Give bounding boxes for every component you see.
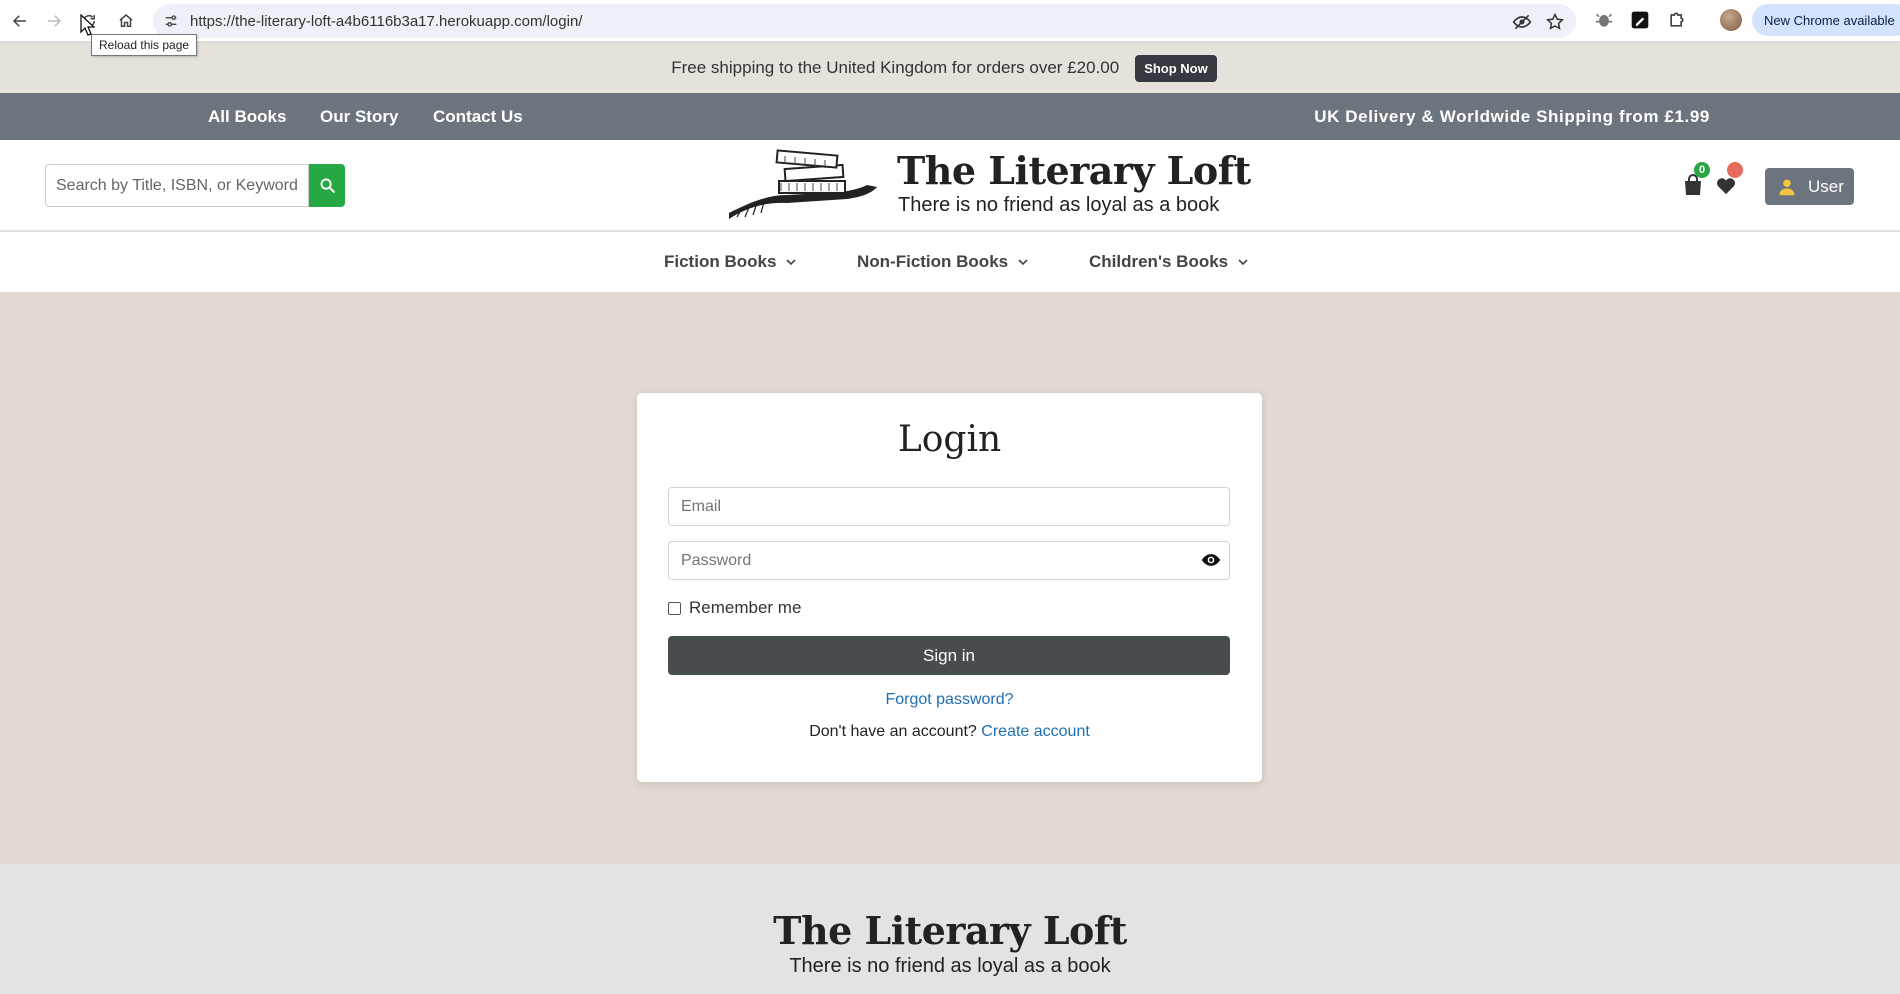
sign-in-button[interactable]: Sign in <box>668 636 1230 675</box>
user-icon <box>1779 179 1795 195</box>
remember-me-label: Remember me <box>689 598 802 617</box>
puzzle-icon[interactable] <box>1667 10 1687 30</box>
delivery-info: UK Delivery & Worldwide Shipping from £1… <box>1314 107 1710 126</box>
wishlist-badge <box>1727 162 1743 178</box>
email-field[interactable] <box>668 487 1230 526</box>
show-password-eye-icon[interactable] <box>1201 552 1221 568</box>
eye-off-icon[interactable] <box>1512 12 1532 32</box>
chevron-down-icon <box>1238 259 1248 266</box>
back-icon[interactable] <box>8 9 32 33</box>
user-menu-button[interactable]: User <box>1765 168 1854 205</box>
user-label: User <box>1808 176 1844 196</box>
category-fiction[interactable]: Fiction Books <box>664 252 797 272</box>
promo-bar: Free shipping to the United Kingdom for … <box>0 43 1900 93</box>
login-title: Login <box>897 419 1002 460</box>
url-text[interactable]: https://the-literary-loft-a4b6116b3a17.h… <box>190 13 582 30</box>
wishlist-heart-icon[interactable] <box>1715 175 1737 195</box>
update-label: New Chrome available <box>1764 13 1895 28</box>
category-label: Non-Fiction Books <box>857 252 1009 271</box>
home-icon[interactable] <box>114 9 138 33</box>
category-non-fiction[interactable]: Non-Fiction Books <box>857 252 1029 272</box>
mouse-cursor-icon <box>80 14 96 36</box>
site-header: The Literary Loft There is no friend as … <box>0 140 1900 231</box>
category-childrens[interactable]: Children's Books <box>1089 252 1249 272</box>
address-bar[interactable]: https://the-literary-loft-a4b6116b3a17.h… <box>153 4 1576 38</box>
remember-me-checkbox[interactable] <box>668 601 681 615</box>
nav-all-books[interactable]: All Books <box>208 107 286 127</box>
brand-title[interactable]: The Literary Loft <box>897 148 1251 193</box>
search-button[interactable] <box>309 164 345 207</box>
cart-count-badge: 0 <box>1694 162 1710 178</box>
category-label: Fiction Books <box>664 252 777 271</box>
password-field[interactable] <box>668 541 1230 580</box>
login-card: Login Remember me Sign in Forgot passwor… <box>637 393 1262 782</box>
profile-avatar[interactable] <box>1720 9 1742 31</box>
books-hand-logo[interactable] <box>727 147 879 223</box>
bookmark-star-icon[interactable] <box>1545 12 1565 32</box>
no-account-row: Don't have an account? Create account <box>637 723 1262 741</box>
remember-me[interactable]: Remember me <box>668 598 801 618</box>
footer-tagline: There is no friend as loyal as a book <box>789 955 1111 977</box>
top-navigation: All Books Our Story Contact Us UK Delive… <box>0 93 1900 140</box>
category-label: Children's Books <box>1089 252 1229 271</box>
extension-icon[interactable] <box>1594 10 1614 30</box>
shop-now-button[interactable]: Shop Now <box>1135 54 1217 82</box>
update-chrome-button[interactable]: New Chrome available ⋮ <box>1752 4 1900 36</box>
site-footer: The Literary Loft There is no friend as … <box>0 864 1900 994</box>
search-input[interactable] <box>45 164 309 207</box>
site-info-icon[interactable] <box>163 13 179 29</box>
pen-icon[interactable] <box>1630 10 1650 30</box>
browser-toolbar: https://the-literary-loft-a4b6116b3a17.h… <box>0 0 1900 42</box>
reload-tooltip: Reload this page <box>91 34 198 56</box>
nav-contact-us[interactable]: Contact Us <box>433 107 523 127</box>
forgot-password-link[interactable]: Forgot password? <box>637 691 1262 709</box>
promo-text: Free shipping to the United Kingdom for … <box>671 58 1120 77</box>
forward-icon[interactable] <box>42 9 66 33</box>
brand-tagline: There is no friend as loyal as a book <box>898 194 1220 216</box>
create-account-link[interactable]: Create account <box>981 723 1090 740</box>
no-account-text: Don't have an account? <box>809 723 977 740</box>
nav-our-story[interactable]: Our Story <box>320 107 398 127</box>
chevron-down-icon <box>786 259 796 266</box>
category-navigation: Fiction Books Non-Fiction Books Children… <box>0 232 1900 292</box>
footer-title: The Literary Loft <box>773 908 1127 953</box>
search-icon <box>320 178 335 193</box>
chevron-down-icon <box>1018 259 1028 266</box>
